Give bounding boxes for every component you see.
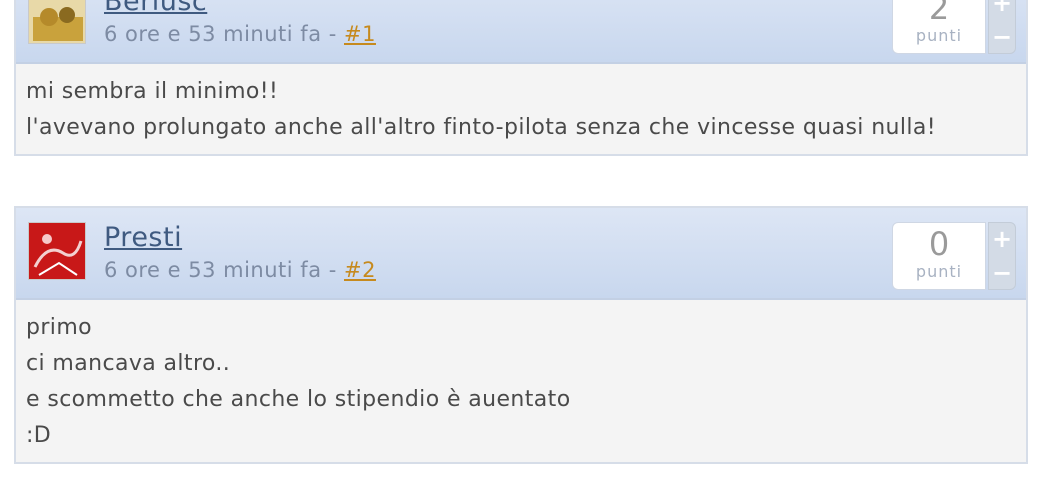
comment-header: Berlusc 6 ore e 53 minuti fa - #1 2 punt… [16,0,1026,64]
comment-text-line: e scommetto che anche lo stipendio è aue… [26,387,571,412]
comment-text-line: l'avevano prolungato anche all'altro fin… [26,115,937,140]
vote-up-button[interactable]: + [989,223,1015,257]
vote-down-button[interactable]: − [989,257,1015,291]
score-value: 2 [928,0,950,27]
meta-separator: - [321,22,344,46]
meta-separator: - [321,258,344,282]
vote-down-button[interactable]: − [989,21,1015,55]
score-box: 0 punti [892,222,986,290]
comment-meta: 6 ore e 53 minuti fa - #1 [104,22,376,46]
comment-header: Presti 6 ore e 53 minuti fa - #2 0 punti… [16,208,1026,300]
comment-text-line: ci mancava altro.. [26,351,231,376]
vote-up-button[interactable]: + [989,0,1015,21]
score-label: punti [915,262,963,281]
comment-body: mi sembra il minimo!! l'avevano prolunga… [16,64,1026,154]
vote-controls: + − [988,0,1016,54]
comment-number-link[interactable]: #1 [344,22,376,46]
vote-controls: + − [988,222,1016,290]
score-box: 2 punti [892,0,986,54]
comment-1: Berlusc 6 ore e 53 minuti fa - #1 2 punt… [14,0,1028,156]
avatar-image-icon [29,0,85,43]
score-label: punti [915,26,963,45]
comment-2: Presti 6 ore e 53 minuti fa - #2 0 punti… [14,206,1028,464]
username-link[interactable]: Presti [104,222,182,253]
comment-number-link[interactable]: #2 [344,258,376,282]
score-value: 0 [928,225,950,263]
comment-text-line: mi sembra il minimo!! [26,79,279,104]
comment-body: primo ci mancava altro.. e scommetto che… [16,300,1026,462]
avatar-image-icon [29,223,85,279]
timestamp: 6 ore e 53 minuti fa [104,258,322,282]
comment-text-line: primo [26,315,93,340]
comment-meta: 6 ore e 53 minuti fa - #2 [104,258,376,282]
username-link[interactable]: Berlusc [104,0,207,17]
timestamp: 6 ore e 53 minuti fa [104,22,322,46]
comment-text-line: :D [26,423,52,448]
avatar[interactable] [28,222,86,280]
avatar[interactable] [28,0,86,44]
